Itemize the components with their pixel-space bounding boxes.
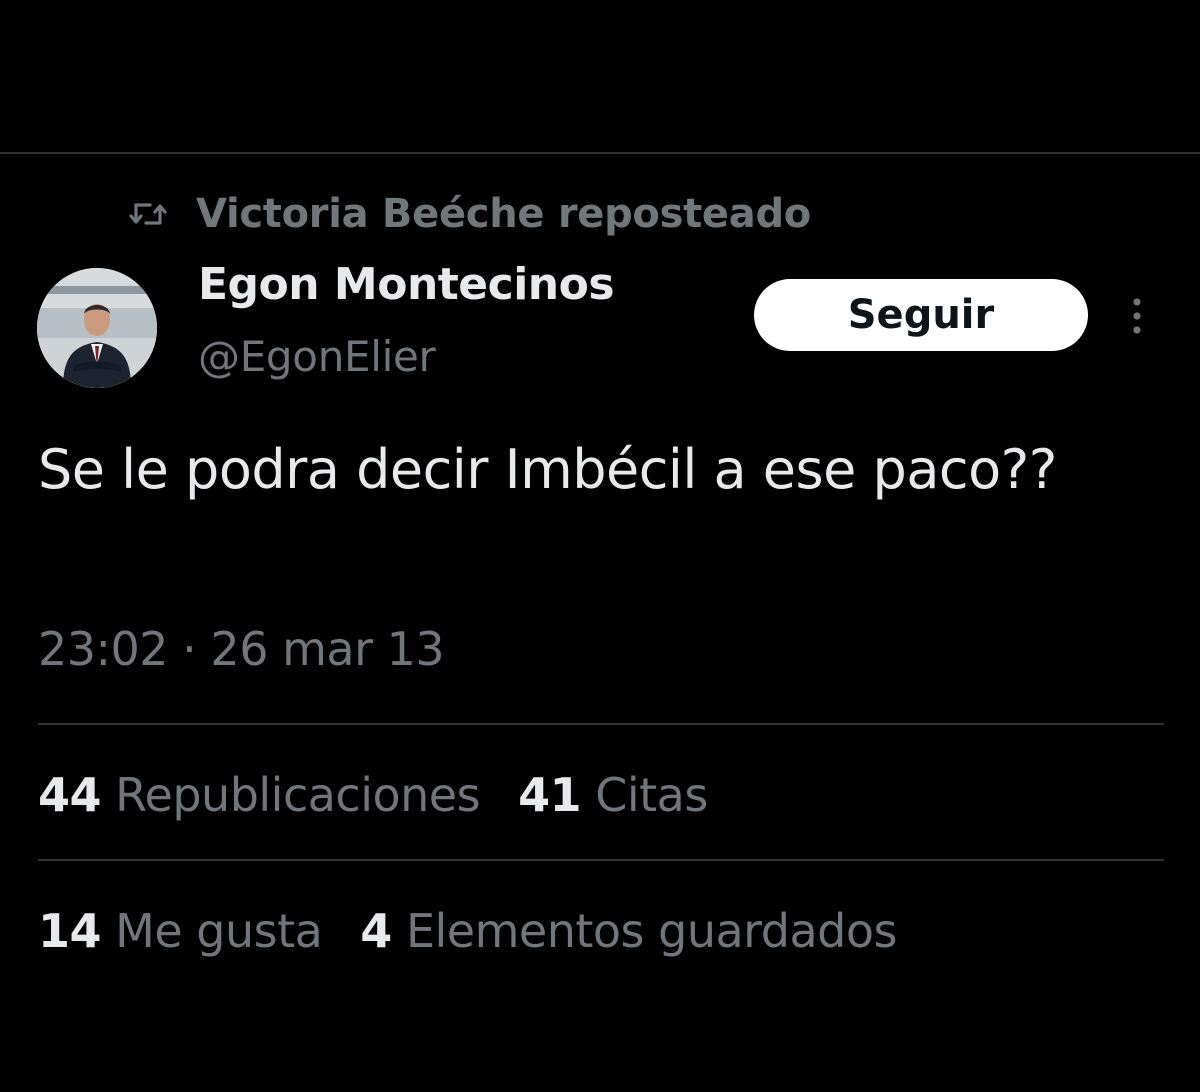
divider — [38, 859, 1164, 861]
reposts-stat[interactable]: 44 Republicaciones — [38, 768, 481, 822]
bookmarks-count: 4 — [360, 904, 392, 958]
author-handle[interactable]: @EgonElier — [198, 332, 436, 381]
likes-label: Me gusta — [115, 904, 323, 958]
repost-context[interactable]: Victoria Beéche reposteado — [128, 186, 811, 242]
avatar[interactable] — [37, 268, 157, 388]
tweet-text: Se le podra decir Imbécil a ese paco?? — [38, 438, 1057, 501]
quotes-label: Citas — [595, 768, 708, 822]
bookmarks-stat[interactable]: 4 Elementos guardados — [360, 904, 897, 958]
divider — [38, 723, 1164, 725]
top-divider — [0, 152, 1200, 154]
stats-row-engagement: 14 Me gusta 4 Elementos guardados — [38, 904, 935, 958]
likes-stat[interactable]: 14 Me gusta — [38, 904, 323, 958]
reposts-count: 44 — [38, 768, 102, 822]
more-vertical-icon[interactable] — [1122, 294, 1152, 338]
repost-label: Victoria Beéche reposteado — [196, 191, 811, 237]
bookmarks-label: Elementos guardados — [405, 904, 898, 958]
follow-button[interactable]: Seguir — [754, 279, 1088, 351]
reposts-label: Republicaciones — [115, 768, 481, 822]
quotes-stat[interactable]: 41 Citas — [518, 768, 708, 822]
stats-row-shares: 44 Republicaciones 41 Citas — [38, 768, 746, 822]
tweet-timestamp[interactable]: 23:02 · 26 mar 13 — [38, 622, 445, 676]
author-name[interactable]: Egon Montecinos — [198, 259, 615, 310]
likes-count: 14 — [38, 904, 102, 958]
repost-icon — [128, 197, 168, 231]
quotes-count: 41 — [518, 768, 582, 822]
